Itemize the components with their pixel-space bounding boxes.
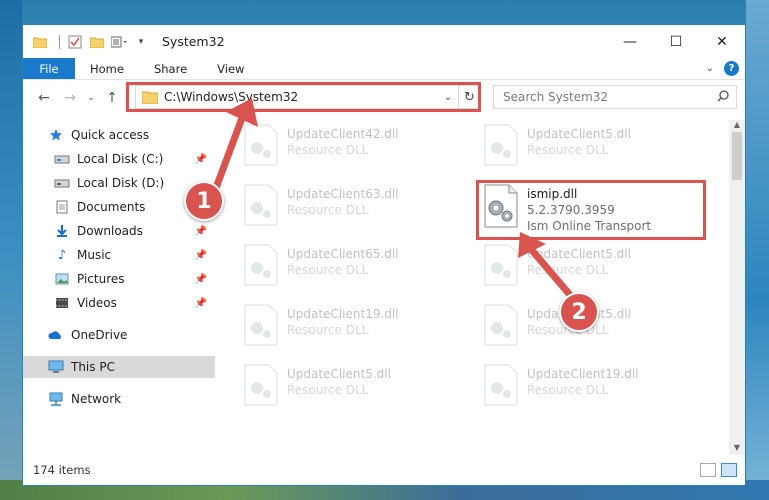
title-bar: ▾ System32 — ☐ ✕ [23,25,745,58]
minimize-button[interactable]: — [607,25,653,58]
scroll-down-icon[interactable]: ▼ [729,443,745,455]
dll-file-icon [243,364,281,408]
customize-toolbar-icon[interactable] [110,33,128,51]
dll-file-icon [243,304,281,348]
dll-file-icon [243,244,281,288]
file-item[interactable]: UpdateClient63.dll Resource DLL [243,184,453,232]
file-item[interactable]: UpdateClient42.dll Resource DLL [243,124,453,172]
file-item[interactable]: UpdateClient5.dll Resource DLL [483,244,693,292]
dll-file-icon [483,124,521,168]
dropdown-arrow-icon[interactable]: ▾ [132,33,150,51]
downloads-icon [53,223,71,239]
scroll-up-icon[interactable]: ▲ [729,120,745,132]
sidebar-item-onedrive[interactable]: OneDrive [23,324,215,346]
sidebar-item-music[interactable]: ♪ Music 📌 [23,244,215,266]
search-input[interactable]: Search System32 [493,85,737,109]
sidebar-item-downloads[interactable]: Downloads 📌 [23,220,215,242]
vertical-scrollbar[interactable]: ▲ ▼ [729,120,745,455]
file-item[interactable]: UpdateClient65.dll Resource DLL [243,244,453,292]
recent-locations-button[interactable]: ⌄ [83,85,99,111]
pin-icon[interactable]: 📌 [195,274,207,285]
large-icons-view-icon[interactable] [721,463,737,477]
sidebar-item-quick-access[interactable]: Quick access [23,124,215,146]
desktop-background [0,0,22,500]
maximize-button[interactable]: ☐ [653,25,699,58]
pin-icon[interactable]: 📌 [195,154,207,165]
folder-icon [31,33,49,51]
dll-file-icon [483,364,521,408]
close-button[interactable]: ✕ [699,25,745,58]
search-icon[interactable] [717,89,729,105]
tab-view[interactable]: View [202,58,259,79]
dll-file-icon [243,184,281,228]
tab-file[interactable]: File [23,58,75,79]
file-item[interactable]: UpdateClient5.dll Resource DLL [243,364,453,412]
pin-icon[interactable]: 📌 [195,250,207,261]
drive-icon [53,151,71,167]
step-badge-1: 1 [184,181,224,221]
back-button[interactable]: ← [31,85,57,111]
file-item[interactable]: UpdateClient19.dll Resource DLL [483,364,693,412]
file-list: UpdateClient42.dll Resource DLL UpdateCl… [215,120,731,455]
sidebar-item-network[interactable]: Network [23,388,215,410]
scroll-thumb[interactable] [732,132,742,180]
new-folder-icon[interactable] [88,33,106,51]
videos-icon [53,295,71,311]
pin-icon[interactable]: 📌 [195,298,207,309]
item-count: 174 items [33,463,91,477]
navigation-pane: Quick access Local Disk (C:) 📌 Local Dis… [23,120,215,455]
highlight-address-bar [126,82,481,112]
file-item[interactable]: UpdateClient19.dll Resource DLL [243,304,453,352]
forward-button[interactable]: → [57,85,83,111]
properties-icon[interactable] [66,33,84,51]
separator [59,34,60,49]
tab-share[interactable]: Share [139,58,202,79]
file-item[interactable]: UpdateClient5.dll Resource DLL [483,124,693,172]
sidebar-item-local-disk-c[interactable]: Local Disk (C:) 📌 [23,148,215,170]
tab-home[interactable]: Home [75,58,139,79]
onedrive-icon [47,327,65,343]
star-icon [47,127,65,143]
drive-icon [53,175,71,191]
window-title: System32 [162,34,225,49]
dll-file-icon [243,124,281,168]
desktop-background-right [746,0,769,500]
sidebar-item-videos[interactable]: Videos 📌 [23,292,215,314]
up-button[interactable]: ↑ [99,85,125,111]
dll-file-icon [483,304,521,348]
sidebar-item-this-pc[interactable]: This PC [23,356,215,378]
pin-icon[interactable]: 📌 [195,226,207,237]
help-icon[interactable]: ? [724,61,739,76]
expand-ribbon-icon[interactable]: ⌄ [706,63,714,74]
details-view-icon[interactable] [700,463,716,477]
network-icon [47,391,65,407]
documents-icon [53,199,71,215]
pictures-icon [53,271,71,287]
search-placeholder: Search System32 [503,90,609,104]
step-badge-2: 2 [559,292,599,332]
music-icon: ♪ [57,247,67,263]
dll-file-icon [483,244,521,288]
this-pc-icon [47,359,65,375]
highlight-ismip-file [476,180,706,240]
sidebar-item-pictures[interactable]: Pictures 📌 [23,268,215,290]
ribbon-tabs: File Home Share View ⌄ ? [23,58,745,80]
status-bar: 174 items [23,455,745,485]
